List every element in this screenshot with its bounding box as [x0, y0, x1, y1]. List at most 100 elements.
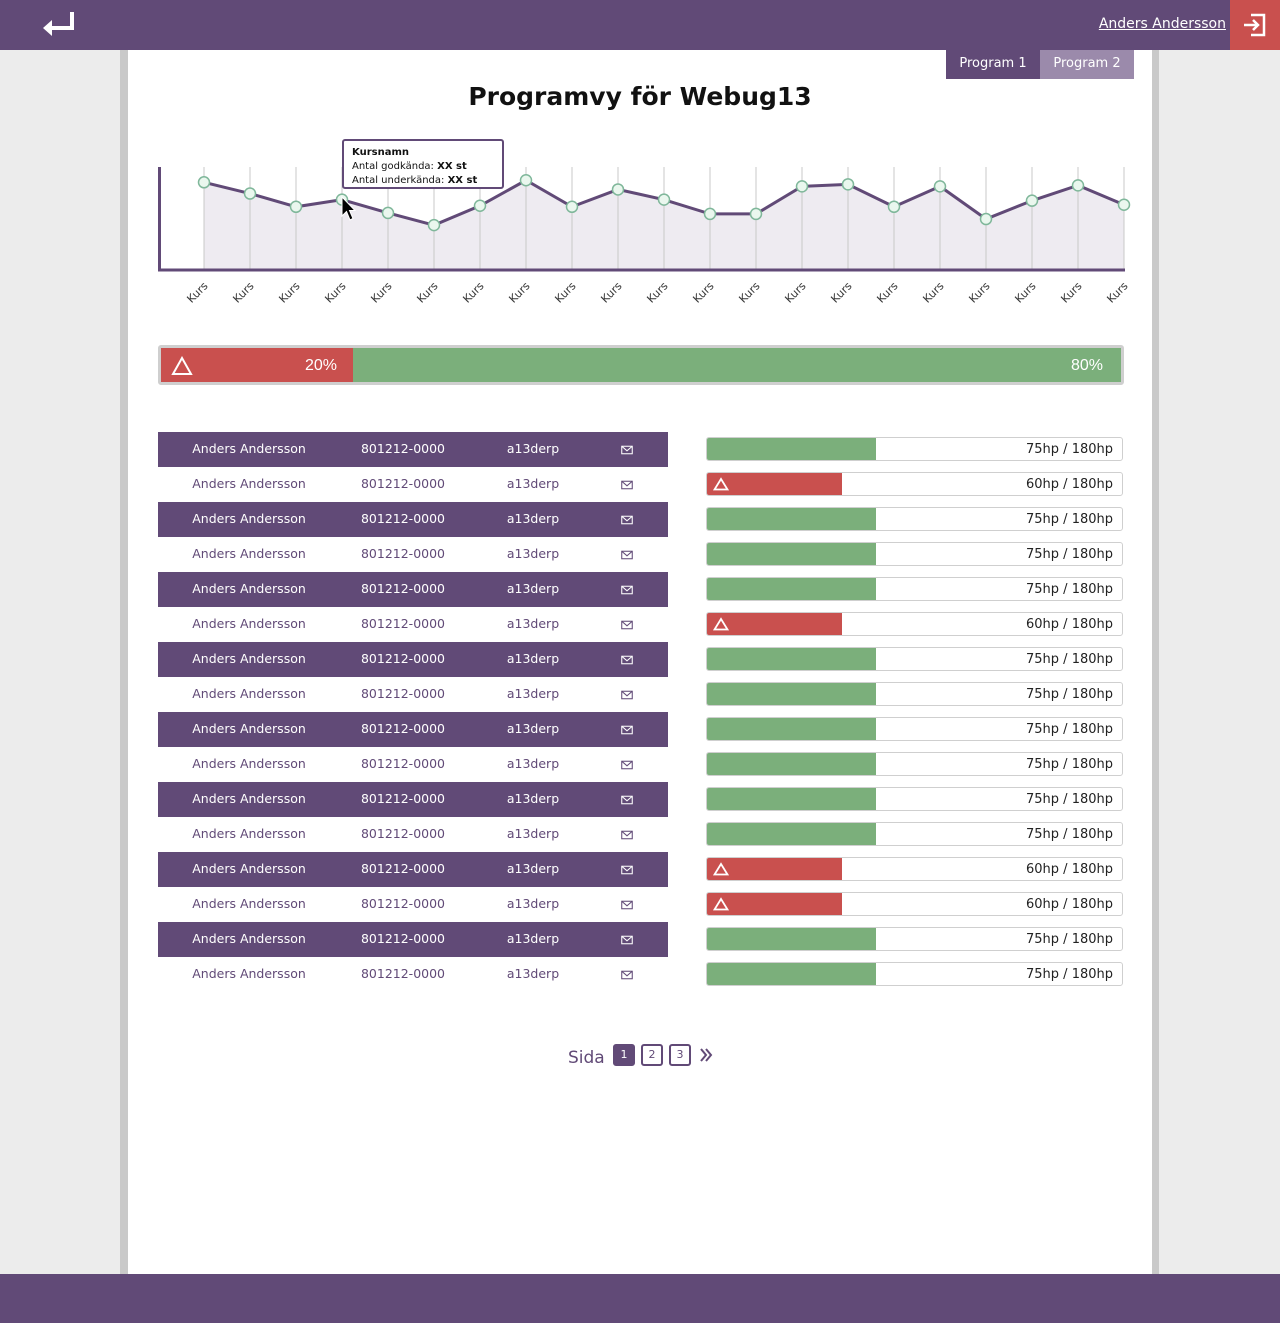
table-row[interactable]: Anders Andersson 801212-0000 a13derp [158, 782, 668, 817]
student-name: Anders Andersson [192, 861, 306, 876]
envelope-icon[interactable] [619, 898, 635, 910]
envelope-icon[interactable] [619, 548, 635, 560]
logout-button[interactable] [1230, 0, 1280, 50]
table-row[interactable]: Anders Andersson 801212-0000 a13derp [158, 467, 668, 502]
student-username: a13derp [506, 546, 560, 561]
envelope-icon[interactable] [619, 583, 635, 595]
warning-triangle-icon [712, 897, 730, 915]
envelope-icon[interactable] [619, 653, 635, 665]
chart-point [519, 174, 533, 187]
fail-segment: 20% [161, 348, 353, 382]
envelope-icon[interactable] [619, 828, 635, 840]
student-username: a13derp [506, 441, 560, 456]
double-chevron-right-icon[interactable] [699, 1047, 713, 1063]
student-name: Anders Andersson [192, 616, 306, 631]
student-username: a13derp [506, 476, 560, 491]
credit-label: 75hp / 180hp [1026, 582, 1113, 597]
chart-point [381, 206, 395, 220]
envelope-icon[interactable] [619, 443, 635, 455]
user-name-link[interactable]: Anders Andersson [1099, 16, 1226, 32]
envelope-icon[interactable] [619, 933, 635, 945]
table-row[interactable]: Anders Andersson 801212-0000 a13derp [158, 432, 668, 467]
table-row[interactable]: Anders Andersson 801212-0000 a13derp [158, 642, 668, 677]
chart-point [611, 183, 625, 196]
credit-label: 75hp / 180hp [1026, 512, 1113, 527]
student-username: a13derp [506, 616, 560, 631]
table-row[interactable]: Anders Andersson 801212-0000 a13derp [158, 817, 668, 852]
credit-row: 60hp / 180hp [706, 857, 1123, 892]
envelope-icon[interactable] [619, 618, 635, 630]
table-row[interactable]: Anders Andersson 801212-0000 a13derp [158, 502, 668, 537]
envelope-icon[interactable] [619, 758, 635, 770]
credit-progress-bar: 75hp / 180hp [706, 822, 1123, 846]
credit-row: 75hp / 180hp [706, 717, 1123, 752]
right-side-strip [1152, 50, 1159, 1274]
envelope-icon[interactable] [619, 688, 635, 700]
logout-icon [1244, 13, 1266, 37]
credit-progress-bar: 75hp / 180hp [706, 927, 1123, 951]
chart-point [1117, 198, 1131, 211]
chart-tick-label: Kurs [966, 279, 992, 305]
credit-progress-fill [707, 718, 877, 740]
student-pnr: 801212-0000 [360, 581, 446, 596]
student-username: a13derp [506, 931, 560, 946]
student-pnr: 801212-0000 [360, 476, 446, 491]
page-button-3[interactable]: 3 [669, 1044, 691, 1066]
credit-progress-bar: 75hp / 180hp [706, 682, 1123, 706]
student-pnr: 801212-0000 [360, 791, 446, 806]
credit-row: 75hp / 180hp [706, 577, 1123, 612]
tab-program-1[interactable]: Program 1 [946, 50, 1040, 79]
tooltip-passed-value: XX st [437, 161, 467, 172]
envelope-icon[interactable] [619, 968, 635, 980]
tooltip-failed-label: Antal underkända: [352, 175, 445, 186]
credit-row: 60hp / 180hp [706, 472, 1123, 507]
student-name: Anders Andersson [192, 476, 306, 491]
tooltip-title: Kursnamn [352, 147, 409, 158]
chart-point [243, 187, 257, 200]
back-button[interactable] [38, 8, 82, 42]
chart-point [703, 207, 717, 221]
table-row[interactable]: Anders Andersson 801212-0000 a13derp [158, 852, 668, 887]
credit-label: 60hp / 180hp [1026, 617, 1113, 632]
chart-tick-label: Kurs [552, 279, 578, 305]
envelope-icon[interactable] [619, 478, 635, 490]
credit-row: 75hp / 180hp [706, 542, 1123, 577]
credit-label: 75hp / 180hp [1026, 932, 1113, 947]
table-row[interactable]: Anders Andersson 801212-0000 a13derp [158, 922, 668, 957]
credit-progress-bar: 75hp / 180hp [706, 647, 1123, 671]
chart-tick-label: Kurs [690, 279, 716, 305]
table-row[interactable]: Anders Andersson 801212-0000 a13derp [158, 747, 668, 782]
student-username: a13derp [506, 896, 560, 911]
credit-row: 75hp / 180hp [706, 437, 1123, 472]
pass-percent-label: 80% [1070, 357, 1103, 374]
envelope-icon[interactable] [619, 723, 635, 735]
table-row[interactable]: Anders Andersson 801212-0000 a13derp [158, 677, 668, 712]
credit-row: 75hp / 180hp [706, 787, 1123, 822]
chart-tick-label: Kurs [736, 279, 762, 305]
table-row[interactable]: Anders Andersson 801212-0000 a13derp [158, 887, 668, 922]
page-button-1[interactable]: 1 [613, 1044, 635, 1066]
student-pnr: 801212-0000 [360, 651, 446, 666]
envelope-icon[interactable] [619, 513, 635, 525]
student-name: Anders Andersson [192, 441, 306, 456]
pass-fail-summary-bar: 20% 80% [158, 345, 1124, 385]
credit-progress-fill [707, 788, 877, 810]
chart-tick-label: Kurs [598, 279, 624, 305]
student-name: Anders Andersson [192, 966, 306, 981]
student-username: a13derp [506, 581, 560, 596]
page-button-2[interactable]: 2 [641, 1044, 663, 1066]
table-row[interactable]: Anders Andersson 801212-0000 a13derp [158, 537, 668, 572]
envelope-icon[interactable] [619, 863, 635, 875]
fail-percent-label: 20% [304, 357, 337, 374]
student-pnr: 801212-0000 [360, 686, 446, 701]
credit-label: 75hp / 180hp [1026, 722, 1113, 737]
table-row[interactable]: Anders Andersson 801212-0000 a13derp [158, 712, 668, 747]
table-row[interactable]: Anders Andersson 801212-0000 a13derp [158, 957, 668, 992]
table-row[interactable]: Anders Andersson 801212-0000 a13derp [158, 572, 668, 607]
student-pnr: 801212-0000 [360, 511, 446, 526]
tab-program-2[interactable]: Program 2 [1040, 50, 1134, 79]
envelope-icon[interactable] [619, 793, 635, 805]
table-row[interactable]: Anders Andersson 801212-0000 a13derp [158, 607, 668, 642]
credit-progress-bar: 75hp / 180hp [706, 962, 1123, 986]
chart-point [795, 180, 809, 193]
